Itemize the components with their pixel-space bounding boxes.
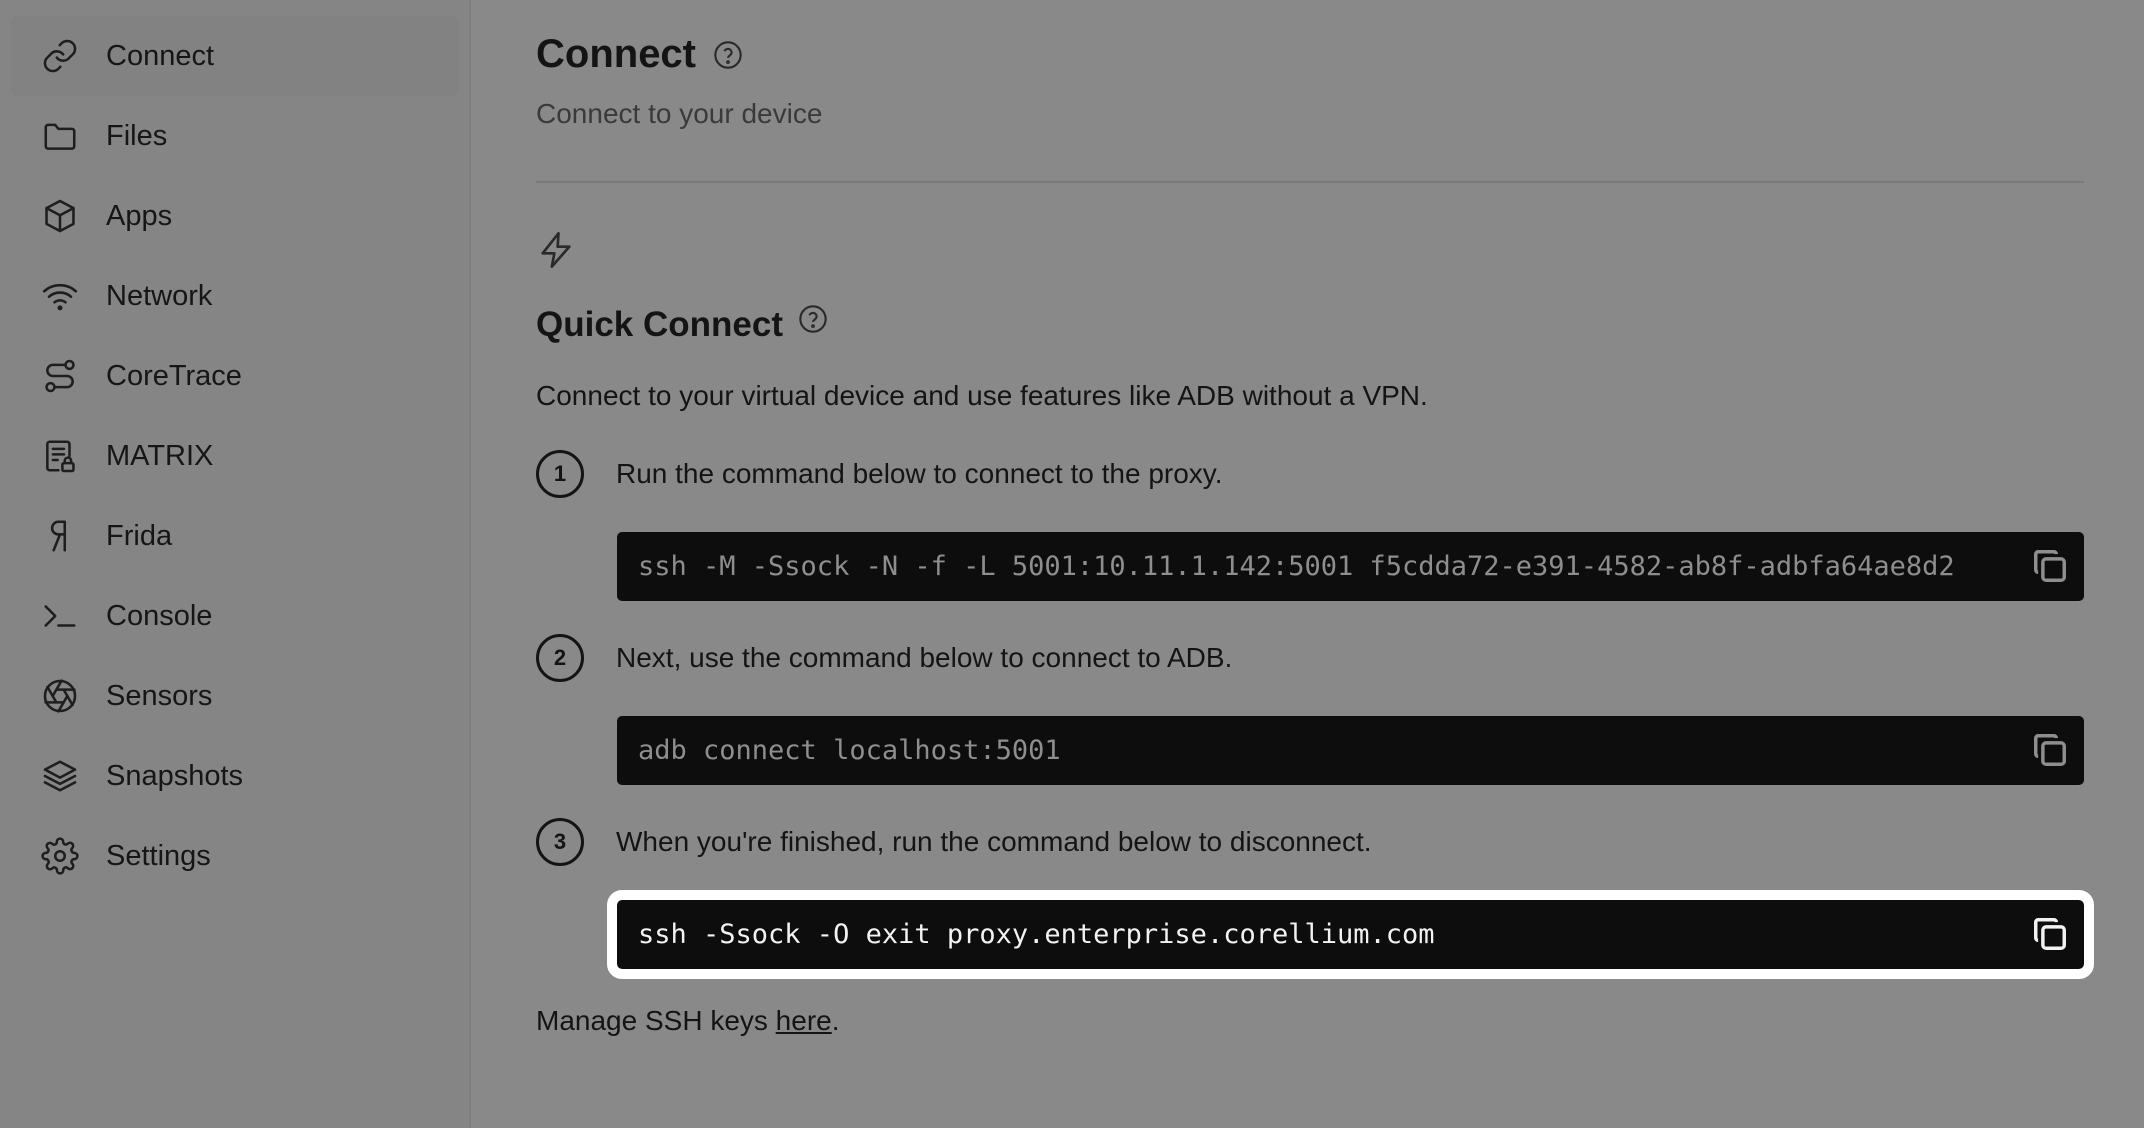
header-divider bbox=[536, 181, 2084, 183]
sidebar-item-matrix[interactable]: MATRIX bbox=[10, 416, 459, 496]
sidebar-item-label: Frida bbox=[106, 519, 173, 552]
wifi-icon bbox=[40, 276, 80, 316]
copy-button[interactable] bbox=[2030, 914, 2070, 954]
layers-icon bbox=[40, 756, 80, 796]
sidebar-item-apps[interactable]: Apps bbox=[10, 176, 459, 256]
sidebar-item-connect[interactable]: Connect bbox=[10, 16, 459, 96]
sidebar: Connect Files Apps Network CoreTrace MAT… bbox=[0, 0, 471, 1128]
route-icon bbox=[40, 356, 80, 396]
terminal-icon bbox=[40, 596, 80, 636]
cube-icon bbox=[40, 196, 80, 236]
step-3: 3 When you're finished, run the command … bbox=[536, 818, 1372, 866]
page-title-text: Connect bbox=[536, 32, 696, 76]
quick-connect-description: Connect to your virtual device and use f… bbox=[536, 380, 1428, 411]
step-1: 1 Run the command below to connect to th… bbox=[536, 450, 1222, 498]
sidebar-item-snapshots[interactable]: Snapshots bbox=[10, 736, 459, 816]
copy-button[interactable] bbox=[2030, 546, 2070, 586]
manage-ssh-keys-link[interactable]: here bbox=[776, 1005, 832, 1036]
step-number: 3 bbox=[536, 818, 584, 866]
sidebar-item-label: MATRIX bbox=[106, 439, 214, 472]
report-lock-icon bbox=[40, 436, 80, 476]
sidebar-item-sensors[interactable]: Sensors bbox=[10, 656, 459, 736]
sidebar-item-files[interactable]: Files bbox=[10, 96, 459, 176]
sidebar-item-settings[interactable]: Settings bbox=[10, 816, 459, 896]
step-text: When you're finished, run the command be… bbox=[616, 826, 1372, 857]
step-2: 2 Next, use the command below to connect… bbox=[536, 634, 1232, 682]
help-icon[interactable] bbox=[712, 39, 744, 71]
ssh-note-prefix: Manage SSH keys bbox=[536, 1005, 776, 1036]
disconnect-command[interactable]: ssh -Ssock -O exit proxy.enterprise.core… bbox=[607, 890, 2094, 979]
command-text: ssh -Ssock -O exit proxy.enterprise.core… bbox=[638, 919, 1435, 950]
aperture-icon bbox=[40, 676, 80, 716]
sidebar-item-label: CoreTrace bbox=[106, 359, 242, 392]
command-text: adb connect localhost:5001 bbox=[638, 735, 1061, 766]
sidebar-item-frida[interactable]: Frida bbox=[10, 496, 459, 576]
sidebar-item-label: Snapshots bbox=[106, 759, 244, 792]
sidebar-item-console[interactable]: Console bbox=[10, 576, 459, 656]
sidebar-item-label: Files bbox=[106, 119, 168, 152]
step-text: Run the command below to connect to the … bbox=[616, 458, 1223, 489]
copy-button[interactable] bbox=[2030, 730, 2070, 770]
step-number: 2 bbox=[536, 634, 584, 682]
help-icon[interactable] bbox=[797, 303, 829, 335]
copy-icon bbox=[2034, 734, 2066, 766]
sidebar-item-coretrace[interactable]: CoreTrace bbox=[10, 336, 459, 416]
copy-icon bbox=[2034, 550, 2066, 582]
sidebar-item-label: Console bbox=[106, 599, 213, 632]
sidebar-item-label: Apps bbox=[106, 199, 173, 232]
command-text: ssh -M -Ssock -N -f -L 5001:10.11.1.142:… bbox=[638, 551, 1955, 582]
sidebar-item-label: Sensors bbox=[106, 679, 213, 712]
page-title: Connect bbox=[536, 32, 744, 77]
sidebar-item-label: Connect bbox=[106, 39, 215, 72]
folder-icon bbox=[40, 116, 80, 156]
sidebar-item-label: Settings bbox=[106, 839, 211, 872]
adb-connect-command[interactable]: adb connect localhost:5001 bbox=[617, 716, 2084, 785]
link-icon bbox=[40, 36, 80, 76]
quick-connect-title-text: Quick Connect bbox=[536, 305, 783, 344]
gear-icon bbox=[40, 836, 80, 876]
lightning-bolt-icon bbox=[536, 230, 576, 275]
page-subtitle: Connect to your device bbox=[536, 98, 823, 129]
proxy-connect-command[interactable]: ssh -M -Ssock -N -f -L 5001:10.11.1.142:… bbox=[617, 532, 2084, 601]
quick-connect-title: Quick Connect bbox=[536, 305, 829, 345]
sidebar-item-network[interactable]: Network bbox=[10, 256, 459, 336]
main-content: Connect Connect to your device Quick Con… bbox=[536, 0, 2094, 1128]
step-number: 1 bbox=[536, 450, 584, 498]
step-text: Next, use the command below to connect t… bbox=[616, 642, 1233, 673]
ssh-note-suffix: . bbox=[831, 1005, 840, 1036]
sidebar-item-label: Network bbox=[106, 279, 213, 312]
copy-icon bbox=[2034, 918, 2066, 950]
frida-icon bbox=[40, 516, 80, 556]
ssh-keys-note: Manage SSH keys here. bbox=[536, 1005, 840, 1037]
